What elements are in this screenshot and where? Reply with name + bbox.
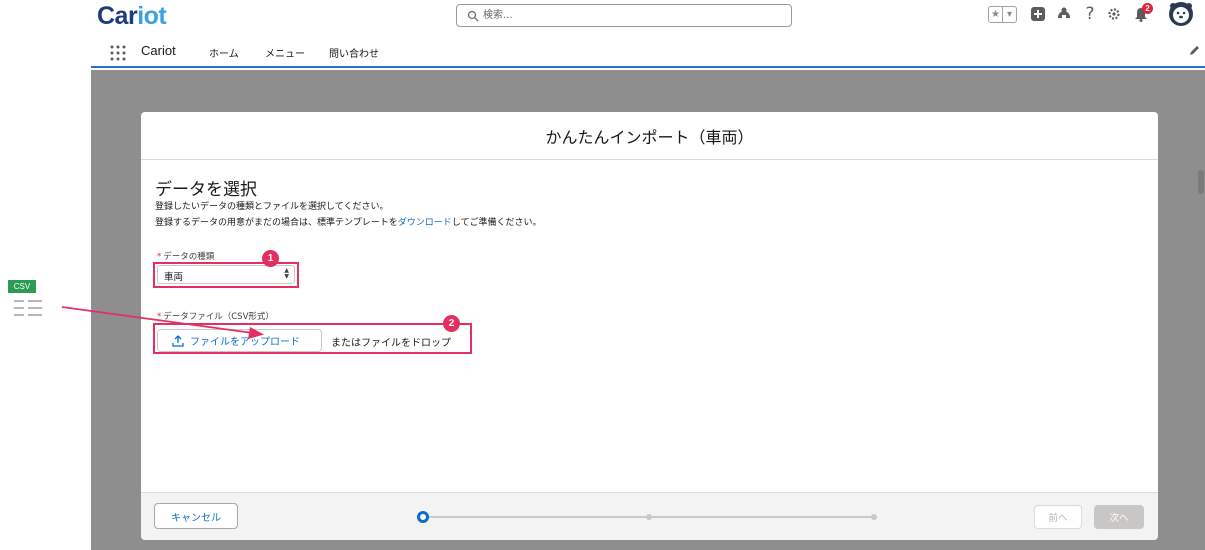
required-marker: * (157, 312, 162, 322)
instruction-text-2: 登録するデータの用意がまだの場合は、標準テンプレートをダウンロードしてご準備くだ… (155, 215, 541, 228)
progress-step-3[interactable] (871, 514, 877, 520)
csv-line-icon (28, 307, 42, 309)
csv-line-icon (28, 314, 42, 316)
app-nav-bar: Cariot ホーム メニュー 問い合わせ (91, 36, 1205, 68)
section-heading: データを選択 (155, 180, 257, 200)
search-input[interactable] (483, 7, 783, 24)
nav-item-home[interactable]: ホーム (209, 45, 239, 60)
app-launcher-icon[interactable] (109, 44, 127, 62)
progress-step-2[interactable] (646, 514, 652, 520)
previous-button[interactable]: 前へ (1034, 505, 1082, 529)
download-template-link[interactable]: ダウンロード (398, 218, 452, 228)
next-button[interactable]: 次へ (1094, 505, 1144, 529)
callout-highlight-1 (153, 262, 299, 288)
modal-title: かんたんインポート（車両） (141, 112, 1158, 160)
progress-step-1[interactable] (417, 511, 429, 523)
page-scrollbar[interactable] (1198, 170, 1204, 194)
cancel-button[interactable]: キャンセル (154, 503, 238, 529)
user-avatar[interactable] (1168, 1, 1194, 27)
csv-line-icon (14, 314, 24, 316)
star-icon[interactable]: ★ (989, 7, 1002, 22)
csv-line-icon (28, 300, 42, 302)
app-name: Cariot (141, 43, 176, 58)
modal-footer: キャンセル 前へ 次へ (141, 492, 1158, 540)
modal-body: データを選択 登録したいデータの種類とファイルを選択してください。 登録するデー… (141, 161, 1158, 491)
global-search[interactable] (456, 4, 792, 27)
help-icon[interactable]: ? (1080, 3, 1100, 25)
required-marker: * (157, 252, 162, 262)
favorites-dropdown-icon[interactable]: ▾ (1002, 7, 1016, 22)
nav-item-contact[interactable]: 問い合わせ (329, 45, 379, 60)
instruction-text-2-after: してご準備ください。 (451, 218, 542, 228)
header-icons: ★ ▾ ? 2 (988, 1, 1198, 27)
callout-number-1: 1 (262, 250, 279, 267)
search-icon (467, 10, 479, 22)
favorites-button[interactable]: ★ ▾ (988, 6, 1017, 23)
setup-gear-icon[interactable] (1104, 3, 1124, 25)
nav-item-menu[interactable]: メニュー (265, 45, 305, 60)
data-type-label: * データの種類 (157, 250, 214, 262)
csv-line-icon (14, 307, 24, 309)
csv-file-icon[interactable]: CSV (8, 280, 48, 328)
csv-file-tag: CSV (8, 280, 36, 293)
instruction-text-1: 登録したいデータの種類とファイルを選択してください。 (155, 202, 389, 212)
global-header: Cariot ★ ▾ ? (0, 0, 1205, 36)
csv-line-icon (14, 300, 24, 302)
callout-number-2: 2 (443, 315, 460, 332)
data-file-label-text: データファイル（CSV形式） (163, 312, 274, 322)
instruction-text-2-before: 登録するデータの用意がまだの場合は、標準テンプレートを (155, 218, 398, 228)
page: Cariot ★ ▾ ? (0, 0, 1205, 550)
notification-badge: 2 (1142, 3, 1153, 14)
logo-part-2: iot (137, 2, 167, 30)
data-file-label: * データファイル（CSV形式） (157, 310, 274, 322)
import-modal: かんたんインポート（車両） データを選択 登録したいデータの種類とファイルを選択… (141, 112, 1158, 540)
trailhead-icon[interactable] (1054, 3, 1074, 25)
data-type-label-text: データの種類 (163, 252, 215, 262)
global-add-icon[interactable] (1028, 3, 1048, 25)
logo-part-1: Car (97, 2, 138, 30)
callout-highlight-2 (153, 323, 472, 354)
progress-indicator (417, 507, 883, 527)
cariot-logo[interactable]: Cariot (97, 2, 167, 31)
edit-nav-pencil-icon[interactable] (1188, 45, 1200, 57)
